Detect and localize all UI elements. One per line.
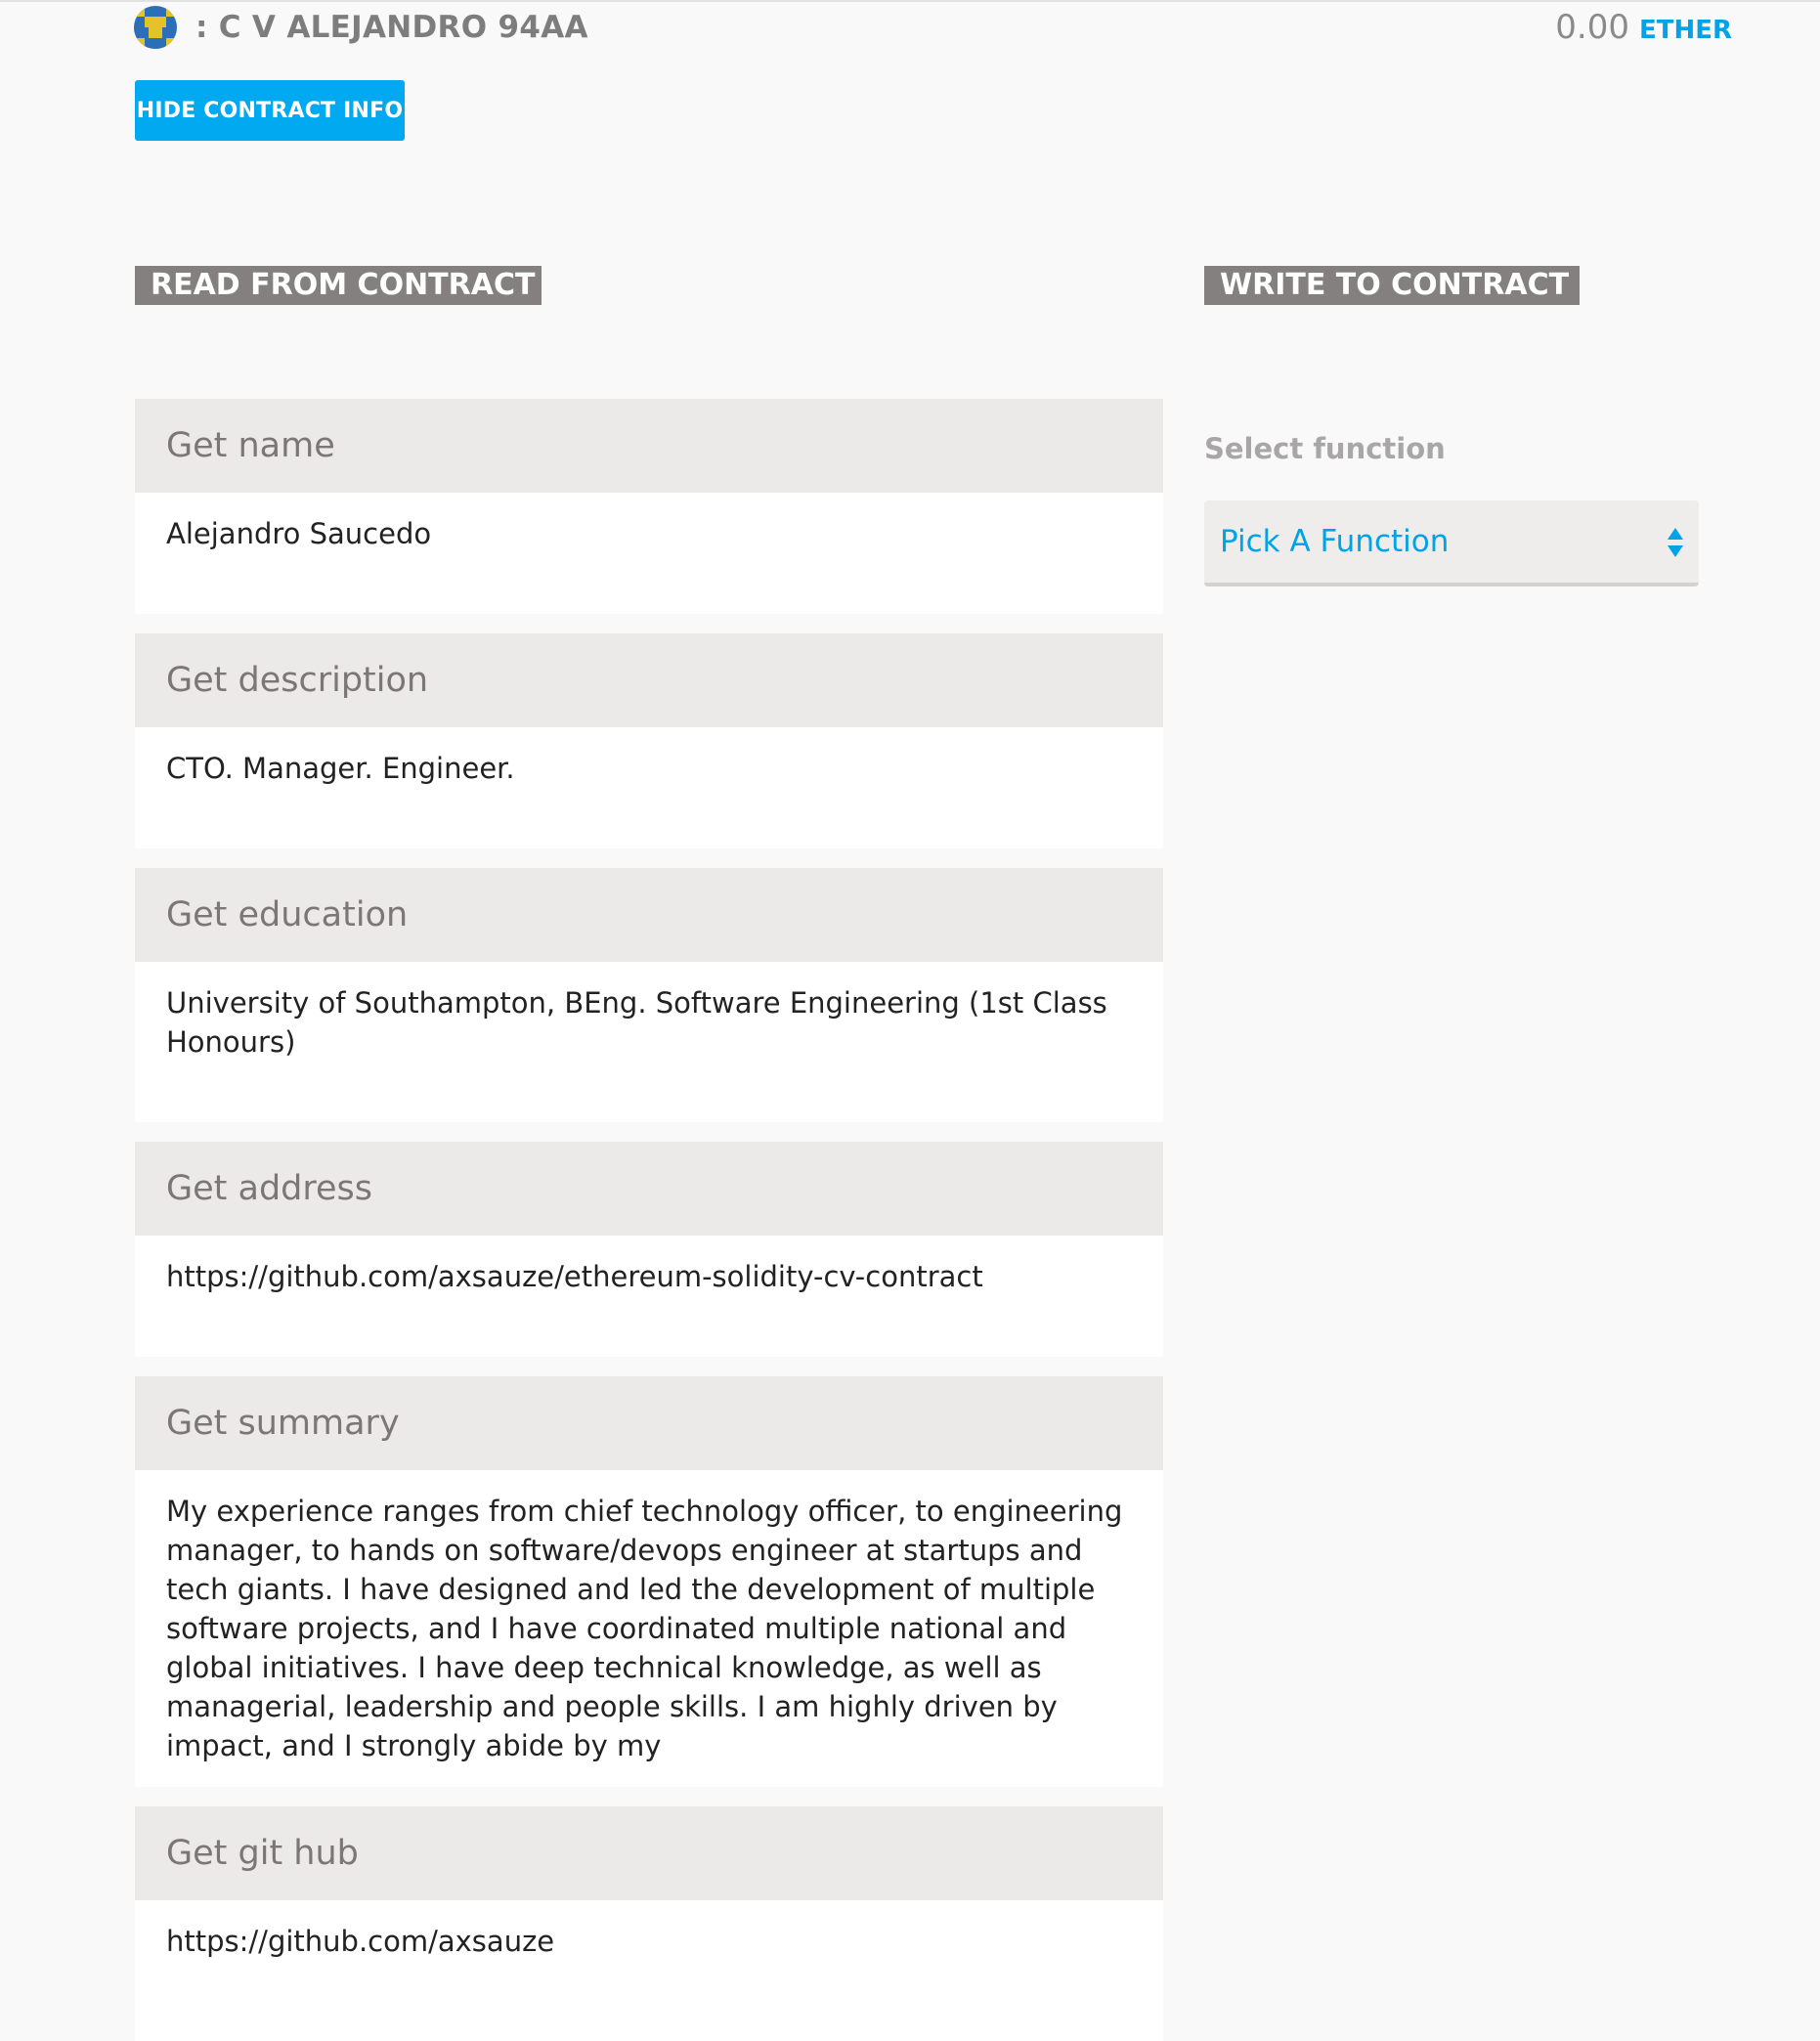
balance-amount: 0.00 <box>1555 8 1629 47</box>
function-result: https://github.com/axsauze <box>166 1925 555 1958</box>
function-card-get-address: Get address https://github.com/axsauze/e… <box>135 1142 1163 1357</box>
function-select[interactable]: Pick A Function <box>1204 500 1699 586</box>
function-label: Get git hub <box>135 1806 1163 1900</box>
function-result: My experience ranges from chief technolo… <box>166 1495 1123 1762</box>
function-card-get-git-hub: Get git hub https://github.com/axsauze <box>135 1806 1163 2041</box>
function-select-value: Pick A Function <box>1220 524 1450 559</box>
read-from-contract-heading: READ FROM CONTRACT <box>135 266 542 305</box>
top-border <box>0 0 1820 2</box>
function-label: Get summary <box>135 1376 1163 1470</box>
function-result: https://github.com/axsauze/ethereum-soli… <box>166 1260 983 1293</box>
function-card-get-education: Get education University of Southampton,… <box>135 868 1163 1122</box>
function-label: Get name <box>135 399 1163 493</box>
function-label: Get education <box>135 868 1163 962</box>
balance-display: 0.00 ETHER <box>1555 8 1732 47</box>
balance-unit: ETHER <box>1638 16 1732 45</box>
function-result: Alejandro Saucedo <box>166 517 432 550</box>
function-label: Get description <box>135 633 1163 727</box>
function-card-get-description: Get description CTO. Manager. Engineer. <box>135 633 1163 848</box>
select-function-label: Select function <box>1204 432 1446 465</box>
write-to-contract-heading: WRITE TO CONTRACT <box>1204 266 1580 305</box>
contract-name: : C V ALEJANDRO 94AA <box>195 10 588 45</box>
function-result: CTO. Manager. Engineer. <box>166 752 515 785</box>
function-card-get-name: Get name Alejandro Saucedo <box>135 399 1163 614</box>
select-arrows-icon <box>1668 528 1683 557</box>
function-card-get-summary: Get summary My experience ranges from ch… <box>135 1376 1163 1787</box>
hide-contract-info-button[interactable]: HIDE CONTRACT INFO <box>135 80 405 141</box>
identicon-icon <box>134 6 177 49</box>
function-label: Get address <box>135 1142 1163 1236</box>
function-result: University of Southampton, BEng. Softwar… <box>166 986 1107 1059</box>
